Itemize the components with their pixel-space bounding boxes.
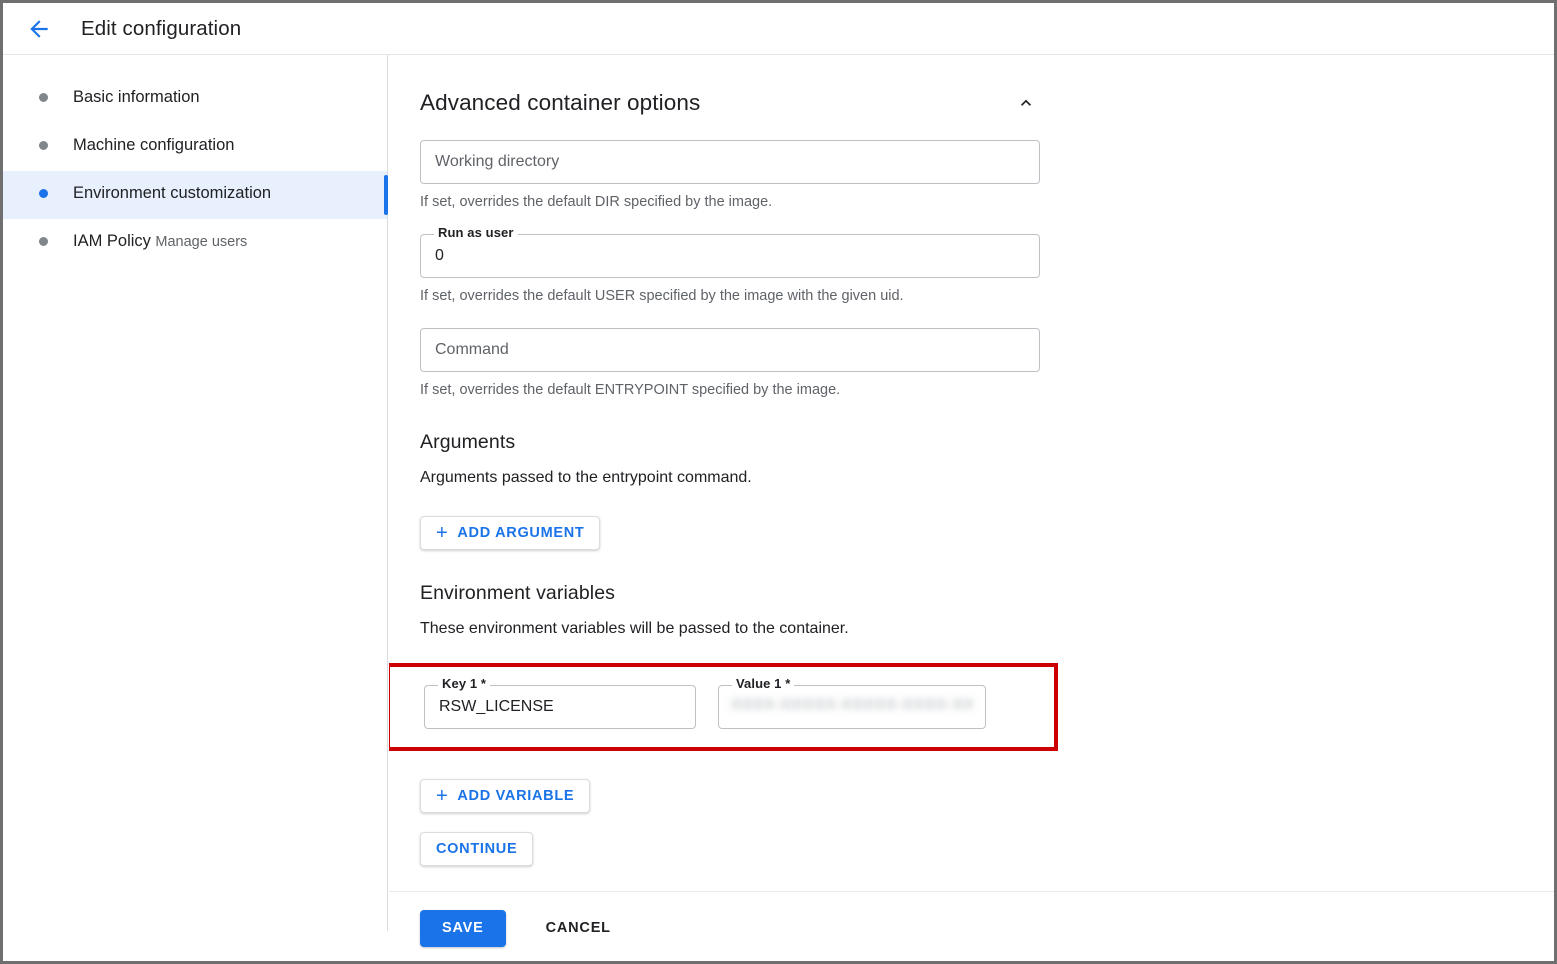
add-argument-label: ADD ARGUMENT: [457, 525, 584, 541]
step-dot-icon: [39, 93, 48, 102]
continue-button[interactable]: CONTINUE: [420, 832, 533, 866]
cancel-button[interactable]: CANCEL: [534, 910, 623, 947]
save-button[interactable]: SAVE: [420, 910, 506, 947]
sidebar-item-label: Basic information: [73, 88, 200, 106]
continue-label: CONTINUE: [436, 841, 517, 857]
env-key-field[interactable]: Key 1 *: [424, 685, 696, 729]
add-variable-button[interactable]: + ADD VARIABLE: [420, 779, 590, 813]
working-directory-field[interactable]: [420, 140, 1040, 184]
env-value-redacted-text: XXXX-XXXXX-XXXXX-XXXX-XXXX-XXXX: [731, 696, 972, 716]
sidebar: Basic information Machine configuration …: [3, 55, 388, 931]
sidebar-item-text: Machine configuration: [73, 123, 234, 156]
continue-actions: CONTINUE: [420, 832, 1554, 866]
add-argument-button[interactable]: + ADD ARGUMENT: [420, 516, 600, 550]
run-as-user-helper: If set, overrides the default USER speci…: [420, 287, 1554, 305]
sidebar-item-text: Environment customization: [73, 171, 271, 204]
run-as-user-input[interactable]: [420, 234, 1040, 278]
environment-variables-title: Environment variables: [420, 582, 1554, 605]
plus-icon: +: [436, 786, 448, 806]
sidebar-item-sublabel: Manage users: [155, 234, 247, 250]
arguments-title: Arguments: [420, 431, 1554, 454]
add-variable-label: ADD VARIABLE: [457, 788, 574, 804]
command-helper: If set, overrides the default ENTRYPOINT…: [420, 381, 1554, 399]
main-content: Advanced container options If set, overr…: [389, 55, 1554, 891]
sidebar-item-label: Machine configuration: [73, 136, 234, 154]
sidebar-item-basic-information[interactable]: Basic information: [3, 75, 387, 123]
environment-variable-row: Key 1 * Value 1 * XXXX-XXXXX-XXXXX-XXXX-…: [424, 685, 1054, 729]
sidebar-item-text: IAM Policy Manage users: [73, 219, 247, 252]
working-directory-helper: If set, overrides the default DIR specif…: [420, 193, 1554, 211]
step-dot-icon: [39, 189, 48, 198]
sidebar-item-environment-customization[interactable]: Environment customization: [3, 171, 387, 219]
run-as-user-field[interactable]: Run as user: [420, 234, 1040, 278]
advanced-container-options-header: Advanced container options: [420, 89, 1040, 117]
section-title: Advanced container options: [420, 90, 1012, 116]
sidebar-item-text: Basic information: [73, 75, 200, 108]
sidebar-item-label: Environment customization: [73, 184, 271, 202]
arrow-left-icon[interactable]: [22, 12, 56, 46]
environment-variable-highlight-box: Key 1 * Value 1 * XXXX-XXXXX-XXXXX-XXXX-…: [389, 663, 1058, 751]
env-key-input[interactable]: [424, 685, 696, 729]
arguments-actions: + ADD ARGUMENT: [420, 516, 1554, 550]
working-directory-input[interactable]: [420, 140, 1040, 184]
environment-variables-description: These environment variables will be pass…: [420, 619, 1554, 639]
plus-icon: +: [436, 523, 448, 543]
sidebar-nav-list: Basic information Machine configuration …: [3, 55, 387, 291]
step-dot-icon: [39, 141, 48, 150]
sidebar-item-iam-policy[interactable]: IAM Policy Manage users: [3, 219, 387, 291]
command-field[interactable]: [420, 328, 1040, 372]
env-value-label: Value 1 *: [732, 676, 794, 691]
step-dot-icon: [39, 237, 48, 246]
page-header: Edit configuration: [3, 3, 1554, 55]
sidebar-item-label: IAM Policy: [73, 232, 151, 250]
env-value-field[interactable]: Value 1 * XXXX-XXXXX-XXXXX-XXXX-XXXX-XXX…: [718, 685, 986, 729]
app-window: Edit configuration Basic information Mac…: [0, 0, 1557, 964]
environment-variables-actions: + ADD VARIABLE: [420, 779, 1554, 813]
form-footer: SAVE CANCEL: [389, 891, 1554, 964]
arguments-description: Arguments passed to the entrypoint comma…: [420, 468, 1554, 488]
page-title: Edit configuration: [81, 17, 241, 41]
sidebar-item-machine-configuration[interactable]: Machine configuration: [3, 123, 387, 171]
chevron-up-icon[interactable]: [1012, 89, 1040, 117]
command-input[interactable]: [420, 328, 1040, 372]
